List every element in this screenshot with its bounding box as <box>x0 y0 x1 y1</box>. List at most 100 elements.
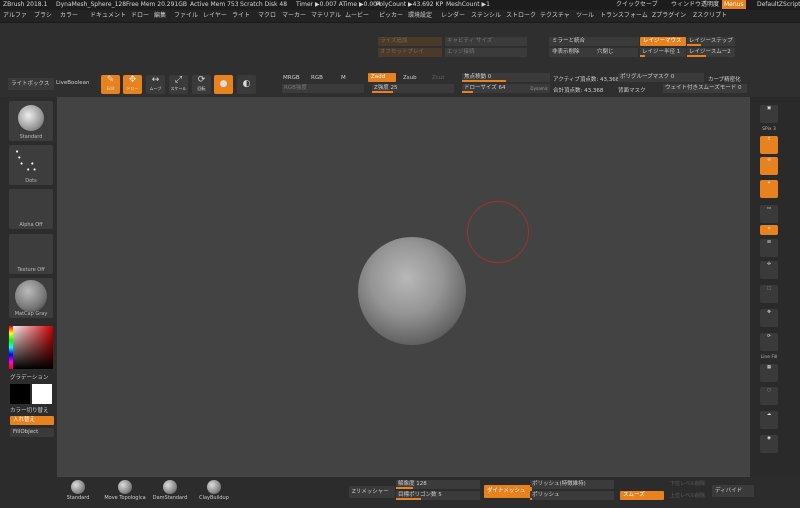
menu-item-17[interactable]: ストローク <box>506 10 536 22</box>
spotlight-tool[interactable]: ◐ <box>237 75 256 94</box>
edit-tool[interactable]: ✎ Edit <box>101 75 120 94</box>
move-view-button[interactable]: ✥ <box>760 309 778 327</box>
rgb-button[interactable]: RGB <box>311 75 323 81</box>
actual-button[interactable]: ✦ <box>760 180 778 198</box>
lazy-step-slider[interactable]: レイジーステップ <box>687 37 735 46</box>
material-color-swatch[interactable]: ● <box>214 75 233 94</box>
menu-item-21[interactable]: Zプラグイン <box>652 10 686 22</box>
default-zscript-button[interactable]: DefaultZScript <box>757 0 800 10</box>
adjust-button[interactable]: ライズ追加 <box>378 37 442 46</box>
menu-item-22[interactable]: Zスクリプト <box>693 10 727 22</box>
texture-selector[interactable]: Texture Off <box>9 234 53 274</box>
backface-mask-button[interactable]: 背面マスク <box>618 86 646 94</box>
zsub-button[interactable]: Zsub <box>403 75 417 81</box>
liveboolean-button[interactable]: LiveBoolean <box>56 80 90 86</box>
resolution-slider[interactable]: 解像度 128 <box>396 480 480 489</box>
lazy-smooth-slider[interactable]: レイジースムー2 <box>687 48 735 57</box>
menu-item-2[interactable]: カラー <box>60 10 78 22</box>
gradient-label[interactable]: グラデーション <box>10 373 48 381</box>
color-picker[interactable] <box>9 326 53 369</box>
sphere-mesh[interactable] <box>358 237 466 345</box>
divide-button[interactable]: ディバイド <box>712 485 754 497</box>
quicksave-button[interactable]: クイックセーブ <box>616 0 658 10</box>
menu-item-20[interactable]: トランスフォーム <box>600 10 648 22</box>
persp-button[interactable]: ⌗ <box>760 225 778 235</box>
brush-standard[interactable]: Standard <box>60 480 96 504</box>
smooth-button[interactable]: スムーズ <box>620 491 664 500</box>
zoom-button[interactable]: ⊕ <box>760 157 778 175</box>
dynamesh-button[interactable]: ダイナメッシュ <box>484 485 532 498</box>
material-selector[interactable]: MatCap Gray <box>9 278 53 318</box>
brush-selector[interactable]: Standard <box>9 101 53 141</box>
rgb-intensity-slider[interactable]: RGB強度 <box>282 84 364 93</box>
transparency-button[interactable]: ウィンドウ透明度 <box>671 0 719 10</box>
secondary-color-swatch[interactable] <box>32 384 52 404</box>
floor-button[interactable]: ⊞ <box>760 239 778 257</box>
menu-item-9[interactable]: マクロ <box>258 10 276 22</box>
lazy-radius-slider[interactable]: レイジー半径 1 <box>640 48 686 57</box>
mrgb-button[interactable]: MRGB <box>283 75 300 81</box>
target-polys-slider[interactable]: 目標ポリゴン数 5 <box>396 491 480 500</box>
menu-item-15[interactable]: レンダー <box>441 10 465 22</box>
scroll-button[interactable]: ⇕ <box>760 136 778 154</box>
menu-item-6[interactable]: ファイル <box>174 10 198 22</box>
close-holes-button[interactable]: 穴閉じ <box>594 48 638 57</box>
scale-tool[interactable]: ⤢ スケール <box>169 75 188 94</box>
offset-button[interactable]: オフセットプレイ <box>378 48 442 57</box>
menu-item-12[interactable]: ムービー <box>345 10 369 22</box>
menu-item-10[interactable]: マーカー <box>282 10 306 22</box>
polish-slider[interactable]: ポリッシュ <box>530 491 614 500</box>
zremesher-button[interactable]: Zリメッシャー <box>349 486 395 498</box>
solo-button[interactable]: ◉ <box>760 435 778 453</box>
frame-button[interactable]: ⬚ <box>760 285 778 303</box>
fill-object-button[interactable]: FillObject <box>10 428 54 437</box>
bpr-render-button[interactable]: ▣ <box>760 105 778 123</box>
menu-item-11[interactable]: マテリアル <box>311 10 341 22</box>
weighted-smooth-slider[interactable]: ウェイト付きスムーズモード 0 <box>663 84 747 93</box>
brush-claybuildup[interactable]: ClayBuildup <box>196 480 232 504</box>
aahalf-button[interactable]: ▭ <box>760 205 778 223</box>
del-hidden-button[interactable]: 非表示削除 <box>549 48 595 57</box>
menu-item-14[interactable]: 環境設定 <box>408 10 432 22</box>
menu-item-13[interactable]: ピッカー <box>379 10 403 22</box>
hue-strip[interactable] <box>9 326 13 369</box>
cavity-size-slider[interactable]: キャビティ サイズ <box>445 37 527 46</box>
z-intensity-slider[interactable]: Z強度 25 <box>372 84 454 93</box>
swap-button[interactable]: 入れ替え <box>10 416 54 425</box>
rotate-view-button[interactable]: ⟳ <box>760 333 778 351</box>
menu-item-0[interactable]: アルファ <box>3 10 27 22</box>
move-tool[interactable]: ↔ ムーブ <box>146 75 165 94</box>
zcut-button[interactable]: Zcut <box>432 75 444 81</box>
ghost-button[interactable]: ☁ <box>760 411 778 429</box>
transp-button[interactable]: ◌ <box>760 387 778 405</box>
lazy-mouse-button[interactable]: レイジーマウス <box>640 37 686 46</box>
polyf-button[interactable]: ▦ <box>760 364 778 382</box>
menu-item-19[interactable]: ツール <box>576 10 594 22</box>
m-button[interactable]: M <box>341 75 346 81</box>
menu-item-16[interactable]: ステンシル <box>471 10 501 22</box>
draw-tool[interactable]: ✥ ドロー <box>123 75 142 94</box>
menu-item-8[interactable]: ライト <box>232 10 250 22</box>
menu-item-7[interactable]: レイヤー <box>203 10 227 22</box>
menus-button[interactable]: Menus <box>722 0 746 9</box>
menu-item-3[interactable]: ドキュメント <box>90 10 126 22</box>
stroke-selector[interactable]: • • • • • • Dots <box>9 145 53 185</box>
polish-features-slider[interactable]: ポリッシュ(特徴維持) <box>530 480 614 489</box>
lightbox-button[interactable]: ライトボックス <box>8 78 54 90</box>
menu-item-5[interactable]: 編集 <box>154 10 166 22</box>
brush-damstandard[interactable]: DamStandard <box>152 480 188 504</box>
edge-loop-slider[interactable]: エッジ接続 <box>445 48 527 57</box>
document-canvas[interactable] <box>57 97 750 477</box>
menu-item-18[interactable]: テクスチャ <box>540 10 570 22</box>
local-button[interactable]: ✣ <box>760 261 778 279</box>
main-color-swatch[interactable] <box>10 384 30 404</box>
menu-item-4[interactable]: ドロー <box>131 10 149 22</box>
focal-shift-slider[interactable]: 焦点移動 0 <box>462 73 550 82</box>
polygroup-mask-slider[interactable]: ポリグループマスク 0 <box>618 73 704 82</box>
menu-item-1[interactable]: ブラシ <box>34 10 52 22</box>
alpha-selector[interactable]: Alpha Off <box>9 189 53 229</box>
switch-color-button[interactable]: カラー切り替え <box>10 406 49 414</box>
brush-move-topological[interactable]: Move Topologica <box>102 480 148 504</box>
zadd-button[interactable]: Zadd <box>368 73 396 82</box>
del-higher-button[interactable]: 上位レベル削除 <box>670 492 705 499</box>
